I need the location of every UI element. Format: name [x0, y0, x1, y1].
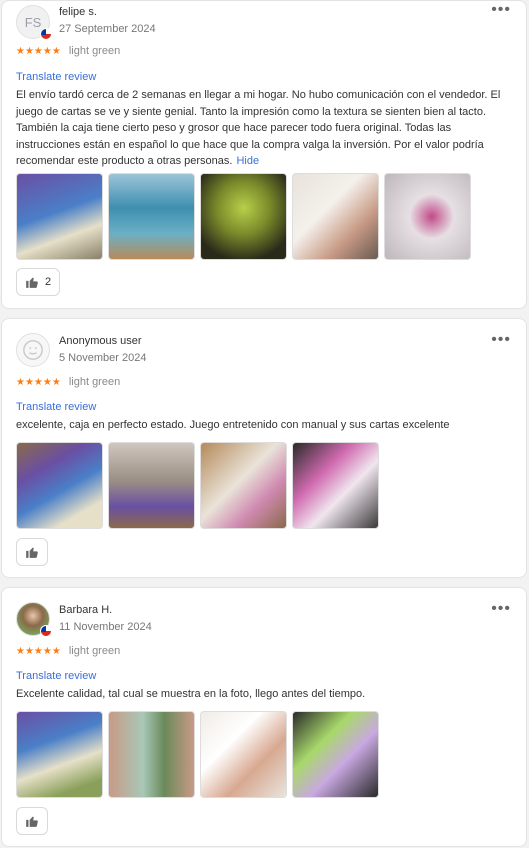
translate-review-link[interactable]: Translate review: [16, 670, 96, 682]
thumbs-up-icon: [26, 547, 38, 558]
hide-link[interactable]: Hide: [236, 155, 259, 167]
review-card: Barbara H. 11 November 2024 ••• ★★★★★ li…: [1, 587, 527, 847]
star-rating: ★★★★★: [16, 376, 61, 388]
review-card: Anonymous user 5 November 2024 ••• ★★★★★…: [1, 318, 527, 578]
review-text: excelente, caja en perfecto estado. Jueg…: [16, 419, 450, 431]
more-options-icon[interactable]: •••: [491, 1, 511, 19]
review-date: 5 November 2024: [59, 352, 147, 364]
like-button[interactable]: 2: [16, 268, 61, 296]
reviewer-name: Anonymous user: [59, 335, 142, 347]
review-photo[interactable]: [292, 711, 379, 798]
review-photo[interactable]: [16, 442, 103, 529]
review-text-block: El envío tardó cerca de 2 semanas en lle…: [16, 87, 516, 170]
rating-row: ★★★★★ light green: [16, 376, 120, 388]
reviews-list: FS felipe s. 27 September 2024 ••• ★★★★★…: [0, 0, 529, 848]
thumbs-up-icon: [26, 277, 38, 288]
review-date: 27 September 2024: [59, 23, 156, 35]
review-photo[interactable]: [200, 711, 287, 798]
rating-row: ★★★★★ light green: [16, 45, 120, 57]
review-photo[interactable]: [108, 442, 195, 529]
review-text: Excelente calidad, tal cual se muestra e…: [16, 688, 366, 700]
review-photos: [16, 711, 379, 798]
review-photo[interactable]: [292, 442, 379, 529]
anonymous-avatar-icon: [16, 333, 50, 367]
review-photo[interactable]: [16, 711, 103, 798]
variant-label: light green: [68, 376, 121, 388]
reviewer-name: Barbara H.: [59, 604, 113, 616]
review-photo[interactable]: [16, 173, 103, 260]
more-options-icon[interactable]: •••: [491, 331, 511, 349]
variant-label: light green: [68, 645, 121, 657]
review-photo[interactable]: [200, 442, 287, 529]
review-photo[interactable]: [108, 173, 195, 260]
rating-row: ★★★★★ light green: [16, 645, 120, 657]
reviewer-name: felipe s.: [59, 6, 97, 18]
review-photo[interactable]: [384, 173, 471, 260]
chile-flag-icon: [40, 625, 52, 637]
chile-flag-icon: [40, 28, 52, 40]
translate-review-link[interactable]: Translate review: [16, 71, 96, 83]
star-rating: ★★★★★: [16, 45, 61, 57]
avatar-initials: FS: [24, 14, 42, 30]
more-options-icon[interactable]: •••: [491, 600, 511, 618]
like-count: 2: [45, 276, 52, 288]
review-photo[interactable]: [200, 173, 287, 260]
avatar: FS: [16, 5, 52, 40]
review-photos: [16, 442, 379, 529]
like-button[interactable]: [16, 538, 48, 566]
review-date: 11 November 2024: [59, 621, 152, 633]
review-photo[interactable]: [292, 173, 379, 260]
review-photos: [16, 173, 471, 260]
star-rating: ★★★★★: [16, 645, 61, 657]
thumbs-up-icon: [26, 816, 38, 827]
variant-label: light green: [68, 45, 121, 57]
review-card: FS felipe s. 27 September 2024 ••• ★★★★★…: [1, 0, 527, 309]
avatar: [16, 602, 52, 637]
review-photo[interactable]: [108, 711, 195, 798]
translate-review-link[interactable]: Translate review: [16, 401, 96, 413]
like-button[interactable]: [16, 807, 48, 835]
